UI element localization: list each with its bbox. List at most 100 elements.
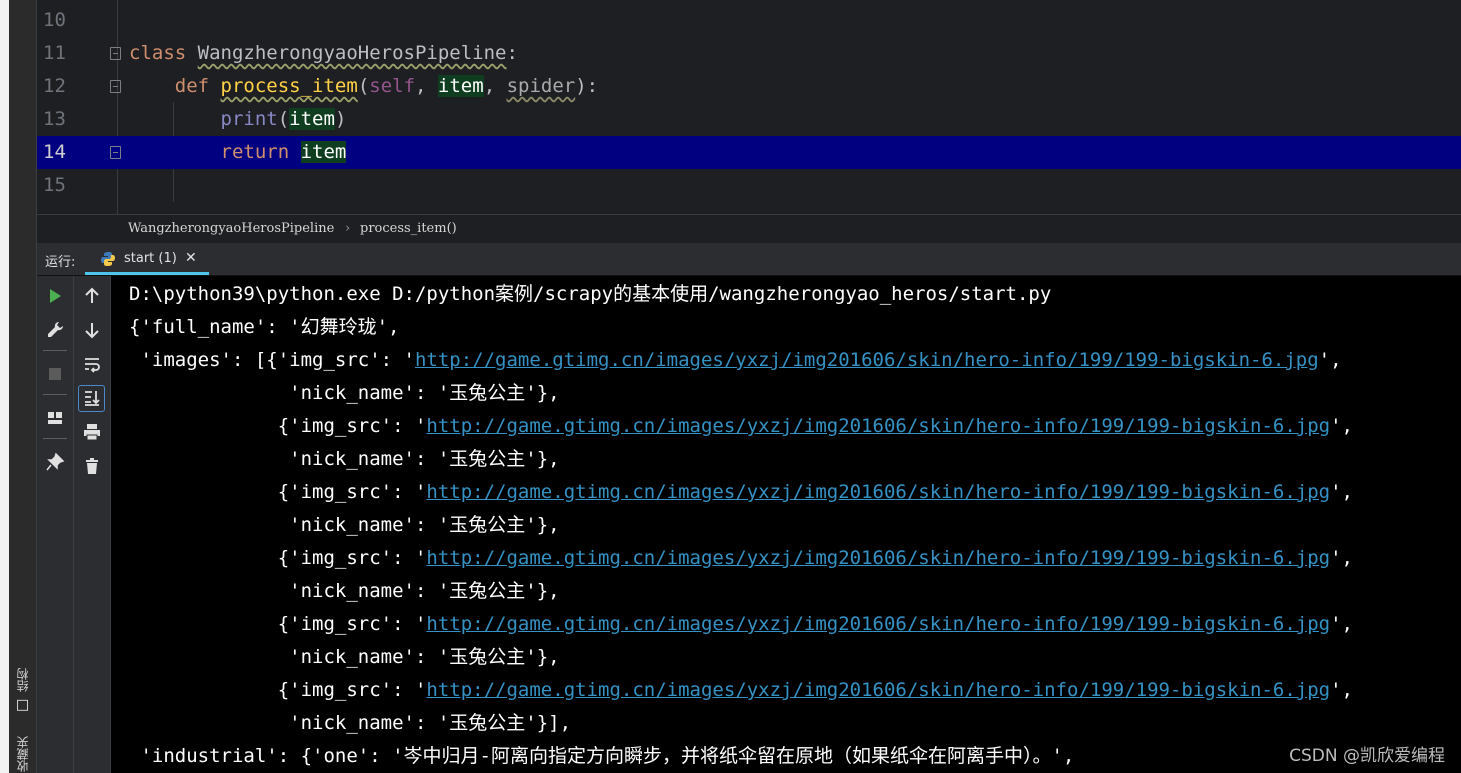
console-text: ', bbox=[1330, 613, 1353, 635]
function-name: process_item bbox=[220, 75, 358, 97]
breadcrumb-class[interactable]: WangzherongyaoHerosPipeline bbox=[128, 215, 334, 243]
down-arrow-icon[interactable] bbox=[82, 320, 102, 340]
toolbar-separator bbox=[43, 350, 67, 351]
punctuation: ( bbox=[357, 75, 370, 97]
stop-icon[interactable] bbox=[45, 364, 65, 384]
line-number: 11 bbox=[43, 42, 66, 64]
trash-icon[interactable] bbox=[82, 456, 102, 476]
run-tab-label: start (1) bbox=[124, 251, 177, 266]
code-line-15[interactable]: 15 bbox=[37, 169, 1461, 202]
code-line-13[interactable]: 13 print(item) bbox=[37, 103, 1461, 136]
console-output[interactable]: D:\python39\python.exe D:/python案例/scrap… bbox=[111, 276, 1461, 773]
bookmarks-label: 收藏夹 bbox=[16, 736, 30, 772]
structure-icon bbox=[17, 699, 29, 711]
console-line: 'nick_name': '玉兔公主'}, bbox=[129, 448, 560, 470]
code-line-12[interactable]: 12 def process_item(self, item, spider): bbox=[37, 70, 1461, 103]
toolbar-separator bbox=[43, 438, 67, 439]
breadcrumb-separator: › bbox=[345, 221, 351, 236]
watermark: CSDN @凯欣爱编程 bbox=[1289, 746, 1445, 766]
keyword: def bbox=[174, 75, 221, 97]
code-editor[interactable]: 10 11 class WangzherongyaoHerosPipeline:… bbox=[37, 0, 1461, 214]
layout-icon[interactable] bbox=[45, 408, 65, 428]
fold-icon[interactable] bbox=[110, 47, 121, 60]
line-number: 10 bbox=[43, 9, 66, 31]
code-line-11[interactable]: 11 class WangzherongyaoHerosPipeline: bbox=[37, 37, 1461, 70]
console-text: {'img_src': ' bbox=[129, 481, 427, 503]
self-param: self bbox=[369, 75, 416, 97]
breadcrumb: WangzherongyaoHerosPipeline › process_it… bbox=[37, 214, 1461, 243]
console-text: 'images': [{'img_src': ' bbox=[129, 349, 415, 371]
line-number: 13 bbox=[43, 108, 66, 130]
console-command-line: D:\python39\python.exe D:/python案例/scrap… bbox=[129, 283, 1052, 305]
close-icon[interactable]: ✕ bbox=[185, 250, 197, 266]
active-tab-indicator bbox=[85, 272, 209, 275]
code-text: class WangzherongyaoHerosPipeline: bbox=[129, 37, 518, 70]
console-text: {'img_src': ' bbox=[129, 613, 427, 635]
image-url-link[interactable]: http://game.gtimg.cn/images/yxzj/img2016… bbox=[426, 415, 1330, 437]
image-url-link[interactable]: http://game.gtimg.cn/images/yxzj/img2016… bbox=[426, 547, 1330, 569]
run-toolbar-secondary bbox=[74, 276, 111, 773]
console-text: {'img_src': ' bbox=[129, 415, 427, 437]
print-icon[interactable] bbox=[82, 422, 102, 442]
console-line: 'nick_name': '玉兔公主'}, bbox=[129, 514, 560, 536]
console-line: {'img_src': 'http://game.gtimg.cn/images… bbox=[129, 542, 1353, 575]
python-icon bbox=[101, 252, 115, 266]
console-line: {'img_src': 'http://game.gtimg.cn/images… bbox=[129, 410, 1353, 443]
item-ref: item bbox=[289, 108, 335, 130]
line-number: 15 bbox=[43, 174, 66, 196]
keyword: return bbox=[220, 141, 301, 163]
console-line: {'img_src': 'http://game.gtimg.cn/images… bbox=[129, 476, 1353, 509]
code-text: def process_item(self, item, spider): bbox=[129, 70, 598, 103]
console-line: 'nick_name': '玉兔公主'}, bbox=[129, 580, 560, 602]
console-text: ', bbox=[1330, 415, 1353, 437]
code-text: print(item) bbox=[129, 103, 346, 136]
item-param: item bbox=[437, 75, 484, 97]
window-edge bbox=[0, 0, 9, 773]
run-icon[interactable] bbox=[45, 286, 65, 306]
image-url-link[interactable]: http://game.gtimg.cn/images/yxzj/img2016… bbox=[426, 613, 1330, 635]
soft-wrap-icon[interactable] bbox=[82, 354, 102, 374]
fold-icon[interactable] bbox=[110, 80, 121, 93]
structure-tool-button[interactable]: 结构 bbox=[14, 668, 31, 711]
console-line: 'nick_name': '玉兔公主'}, bbox=[129, 646, 560, 668]
run-tab-start[interactable]: start (1) ✕ bbox=[85, 243, 209, 275]
builtin-print: print bbox=[220, 108, 278, 130]
line-number: 14 bbox=[43, 141, 66, 163]
console-line: {'img_src': 'http://game.gtimg.cn/images… bbox=[129, 608, 1353, 641]
punctuation: ) bbox=[334, 108, 347, 130]
up-arrow-icon[interactable] bbox=[82, 286, 102, 306]
toolbar-separator bbox=[43, 394, 67, 395]
run-label: 运行: bbox=[45, 255, 76, 270]
run-panel-header: 运行: start (1) ✕ bbox=[37, 243, 1461, 276]
image-url-link[interactable]: http://game.gtimg.cn/images/yxzj/img2016… bbox=[415, 349, 1319, 371]
console-line: 'images': [{'img_src': 'http://game.gtim… bbox=[129, 344, 1341, 377]
run-toolbar-primary bbox=[37, 276, 74, 773]
punctuation: , bbox=[415, 75, 438, 97]
pin-icon[interactable] bbox=[45, 452, 65, 472]
fold-icon[interactable] bbox=[110, 146, 121, 159]
console-line: 'industrial': {'one': '岑中归月-阿离向指定方向瞬步，并将… bbox=[129, 745, 1075, 767]
console-line: 'nick_name': '玉兔公主'}], bbox=[129, 712, 572, 734]
punctuation: , bbox=[483, 75, 507, 97]
image-url-link[interactable]: http://game.gtimg.cn/images/yxzj/img2016… bbox=[426, 679, 1330, 701]
scroll-to-end-icon[interactable] bbox=[82, 388, 102, 408]
code-line-10[interactable]: 10 bbox=[37, 4, 1461, 37]
keyword: class bbox=[129, 42, 198, 64]
punctuation: ( bbox=[277, 108, 290, 130]
item-ref: item bbox=[300, 141, 347, 163]
breadcrumb-method[interactable]: process_item() bbox=[360, 215, 457, 243]
console-line: {'img_src': 'http://game.gtimg.cn/images… bbox=[129, 674, 1353, 707]
bookmarks-tool-button[interactable]: 收藏夹 bbox=[14, 736, 31, 772]
class-name: WangzherongyaoHerosPipeline bbox=[197, 42, 507, 64]
wrench-icon[interactable] bbox=[45, 320, 65, 340]
spider-param: spider bbox=[506, 75, 576, 97]
image-url-link[interactable]: http://game.gtimg.cn/images/yxzj/img2016… bbox=[426, 481, 1330, 503]
console-line: 'nick_name': '玉兔公主'}, bbox=[129, 382, 560, 404]
punctuation: : bbox=[506, 42, 518, 64]
structure-label: 结构 bbox=[16, 668, 30, 692]
console-text: ', bbox=[1330, 679, 1353, 701]
code-line-14-current[interactable]: 14 return item bbox=[37, 136, 1461, 169]
